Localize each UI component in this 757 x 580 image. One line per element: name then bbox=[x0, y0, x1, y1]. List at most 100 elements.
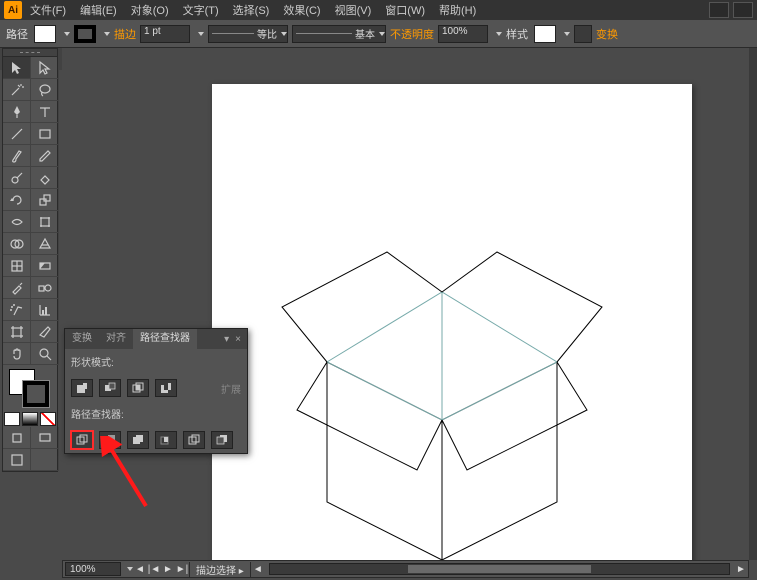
stroke-color-icon[interactable] bbox=[23, 381, 49, 407]
artboard[interactable] bbox=[212, 84, 692, 560]
screen-mode-icon[interactable] bbox=[31, 427, 59, 449]
close-icon[interactable]: × bbox=[233, 334, 243, 345]
hand-tool[interactable] bbox=[3, 343, 31, 365]
magic-wand-tool[interactable] bbox=[3, 79, 31, 101]
last-artboard-button[interactable]: ►| bbox=[175, 562, 189, 576]
gradient-tool[interactable] bbox=[31, 255, 59, 277]
menu-object[interactable]: 对象(O) bbox=[125, 2, 175, 18]
box-artwork[interactable] bbox=[267, 162, 637, 560]
minus-back-button[interactable] bbox=[211, 431, 233, 449]
width-tool[interactable] bbox=[3, 211, 31, 233]
scroll-left-button[interactable]: ◄ bbox=[251, 562, 265, 576]
intersect-button[interactable] bbox=[127, 379, 149, 397]
blob-brush-tool[interactable] bbox=[3, 167, 31, 189]
vertical-scrollbar[interactable] bbox=[749, 48, 757, 560]
stroke-weight-field[interactable]: 1 pt bbox=[140, 25, 190, 43]
line-tool[interactable] bbox=[3, 123, 31, 145]
merge-button[interactable] bbox=[127, 431, 149, 449]
extra-mode-1[interactable] bbox=[3, 449, 31, 471]
proportion-dropdown[interactable]: 等比 bbox=[208, 25, 288, 43]
fill-stroke-control[interactable] bbox=[3, 365, 57, 411]
minus-front-button[interactable] bbox=[99, 379, 121, 397]
crop-button[interactable] bbox=[155, 431, 177, 449]
layout-icon-1[interactable] bbox=[709, 2, 729, 18]
prev-artboard-button[interactable]: ◄ bbox=[133, 562, 147, 576]
scale-tool[interactable] bbox=[31, 189, 59, 211]
opacity-field[interactable]: 100% bbox=[438, 25, 488, 43]
chevron-down-icon bbox=[379, 32, 385, 36]
stroke-label[interactable]: 描边 bbox=[114, 26, 136, 42]
layout-icon-2[interactable] bbox=[733, 2, 753, 18]
pathfinders-row bbox=[65, 427, 247, 453]
status-bar: 100% ◄ |◄ ► ►| 描边选择 ▸ ◄ ► bbox=[62, 560, 749, 578]
color-mode-solid[interactable] bbox=[4, 412, 20, 426]
scroll-right-button[interactable]: ► bbox=[734, 562, 748, 576]
direct-selection-tool[interactable] bbox=[31, 57, 59, 79]
color-mode-gradient[interactable] bbox=[22, 412, 38, 426]
unite-button[interactable] bbox=[71, 379, 93, 397]
tab-pathfinder[interactable]: 路径查找器 bbox=[133, 329, 197, 349]
lasso-tool[interactable] bbox=[31, 79, 59, 101]
divide-button[interactable] bbox=[71, 431, 93, 449]
menu-view[interactable]: 视图(V) bbox=[329, 2, 378, 18]
first-artboard-button[interactable]: |◄ bbox=[147, 562, 161, 576]
fill-swatch[interactable] bbox=[34, 25, 56, 43]
mesh-tool[interactable] bbox=[3, 255, 31, 277]
menu-file[interactable]: 文件(F) bbox=[24, 2, 72, 18]
stroke-swatch[interactable] bbox=[74, 25, 96, 43]
blend-tool[interactable] bbox=[31, 277, 59, 299]
eraser-tool[interactable] bbox=[31, 167, 59, 189]
artboard-tool[interactable] bbox=[3, 321, 31, 343]
app-logo: Ai bbox=[4, 1, 22, 19]
zoom-field[interactable]: 100% bbox=[65, 562, 121, 576]
perspective-tool[interactable] bbox=[31, 233, 59, 255]
chevron-down-icon[interactable] bbox=[64, 32, 70, 36]
free-transform-tool[interactable] bbox=[31, 211, 59, 233]
top-right-icons bbox=[709, 2, 753, 18]
outline-button[interactable] bbox=[183, 431, 205, 449]
chevron-down-icon[interactable] bbox=[564, 32, 570, 36]
status-selection[interactable]: 描边选择 ▸ bbox=[189, 562, 251, 577]
chevron-down-icon[interactable] bbox=[198, 32, 204, 36]
rectangle-tool[interactable] bbox=[31, 123, 59, 145]
scrollbar-thumb[interactable] bbox=[408, 565, 592, 573]
exclude-button[interactable] bbox=[155, 379, 177, 397]
rotate-tool[interactable] bbox=[3, 189, 31, 211]
toolbox-grip[interactable] bbox=[3, 49, 57, 57]
slice-tool[interactable] bbox=[31, 321, 59, 343]
shape-builder-tool[interactable] bbox=[3, 233, 31, 255]
eyedropper-tool[interactable] bbox=[3, 277, 31, 299]
menu-window[interactable]: 窗口(W) bbox=[379, 2, 431, 18]
panel-menu-icon[interactable]: ▾ bbox=[222, 334, 231, 345]
tab-transform[interactable]: 变换 bbox=[65, 329, 99, 349]
extra-mode-2[interactable] bbox=[31, 449, 59, 471]
pen-tool[interactable] bbox=[3, 101, 31, 123]
style-swatch[interactable] bbox=[534, 25, 556, 43]
opacity-label[interactable]: 不透明度 bbox=[390, 26, 434, 42]
zoom-tool[interactable] bbox=[31, 343, 59, 365]
tab-align[interactable]: 对齐 bbox=[99, 329, 133, 349]
trim-button[interactable] bbox=[99, 431, 121, 449]
symbol-sprayer-tool[interactable] bbox=[3, 299, 31, 321]
align-icon[interactable] bbox=[574, 25, 592, 43]
menu-type[interactable]: 文字(T) bbox=[177, 2, 225, 18]
horizontal-scrollbar[interactable] bbox=[269, 563, 730, 575]
canvas[interactable] bbox=[62, 48, 749, 560]
chevron-down-icon[interactable] bbox=[496, 32, 502, 36]
pencil-tool[interactable] bbox=[31, 145, 59, 167]
next-artboard-button[interactable]: ► bbox=[161, 562, 175, 576]
type-tool[interactable] bbox=[31, 101, 59, 123]
paintbrush-tool[interactable] bbox=[3, 145, 31, 167]
chevron-down-icon[interactable] bbox=[104, 32, 110, 36]
menu-select[interactable]: 选择(S) bbox=[227, 2, 276, 18]
graph-tool[interactable] bbox=[31, 299, 59, 321]
selection-tool[interactable] bbox=[3, 57, 31, 79]
menu-effect[interactable]: 效果(C) bbox=[277, 2, 326, 18]
transform-label[interactable]: 变换 bbox=[596, 26, 618, 42]
brush-dropdown[interactable]: 基本 bbox=[292, 25, 386, 43]
menu-edit[interactable]: 编辑(E) bbox=[74, 2, 123, 18]
options-bar: 路径 描边 1 pt 等比 基本 不透明度 100% 样式 变换 bbox=[0, 20, 757, 48]
menu-help[interactable]: 帮助(H) bbox=[433, 2, 482, 18]
draw-mode-icon[interactable] bbox=[3, 427, 31, 449]
color-mode-none[interactable] bbox=[40, 412, 56, 426]
